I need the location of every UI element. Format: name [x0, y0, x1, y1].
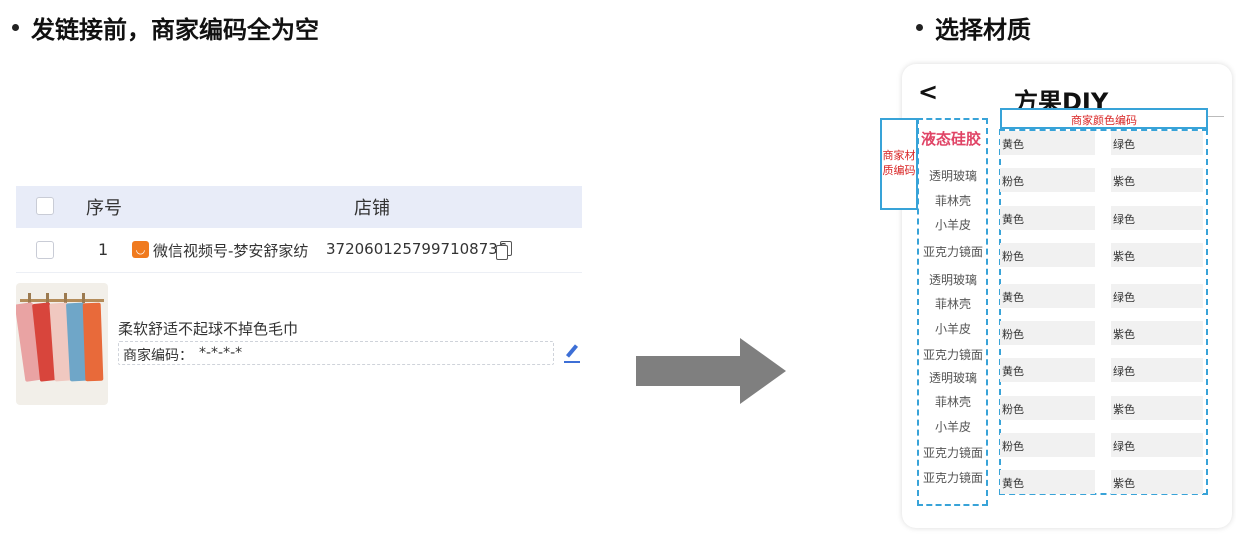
edit-icon[interactable] — [563, 343, 581, 363]
merchant-code-value: *-*-*-* — [199, 345, 243, 361]
row-number: 1 — [98, 240, 109, 259]
order-id: 3720601257997108736 — [326, 240, 508, 258]
color-option[interactable]: 黄色 — [1000, 358, 1095, 382]
color-option[interactable]: 粉色 — [1000, 396, 1095, 420]
merchant-code-field[interactable]: 商家编码： *-*-*-* — [118, 341, 554, 365]
color-code-label: 商家颜色编码 — [1071, 114, 1137, 127]
column-header-shop: 店铺 — [354, 198, 390, 219]
select-all-checkbox[interactable] — [36, 197, 54, 215]
material-item[interactable]: 透明玻璃 — [920, 167, 986, 184]
material-item[interactable]: 小羊皮 — [920, 320, 986, 337]
material-item[interactable]: 亚克力镜面 — [920, 469, 986, 486]
material-item[interactable]: 亚克力镜面 — [920, 346, 986, 363]
column-header-no: 序号 — [86, 198, 122, 219]
color-option[interactable]: 紫色 — [1111, 396, 1203, 420]
order-table-header: 序号 店铺 — [16, 186, 582, 228]
material-item[interactable]: 透明玻璃 — [920, 271, 986, 288]
table-row: 1 ◡ 微信视频号-梦安舒家纺 3720601257997108736 — [16, 229, 582, 273]
merchant-code-label: 商家编码： — [123, 348, 193, 364]
color-option[interactable]: 紫色 — [1111, 243, 1203, 267]
right-arrow-icon — [636, 338, 786, 404]
color-option[interactable]: 绿色 — [1111, 284, 1203, 308]
color-option[interactable]: 绿色 — [1111, 131, 1203, 155]
heading-left-text: 发链接前，商家编码全为空 — [31, 16, 319, 44]
material-item[interactable]: 菲林壳 — [920, 295, 986, 312]
heading-before-link: 发链接前，商家编码全为空 — [12, 10, 319, 45]
color-option[interactable]: 黄色 — [1000, 131, 1095, 155]
shop-name: 微信视频号-梦安舒家纺 — [153, 242, 309, 260]
thumbnail-hook — [82, 293, 85, 303]
color-option[interactable]: 绿色 — [1111, 206, 1203, 230]
bullet-icon — [12, 24, 19, 31]
material-item[interactable]: 亚克力镜面 — [920, 444, 986, 461]
color-option[interactable]: 粉色 — [1000, 168, 1095, 192]
color-option[interactable]: 紫色 — [1111, 321, 1203, 345]
color-option[interactable]: 粉色 — [1000, 433, 1095, 457]
material-item[interactable]: 菲林壳 — [920, 192, 986, 209]
row-checkbox[interactable] — [36, 241, 54, 259]
color-option[interactable]: 紫色 — [1111, 470, 1203, 494]
material-item[interactable]: 小羊皮 — [920, 216, 986, 233]
material-item[interactable]: 亚克力镜面 — [920, 243, 986, 260]
thumbnail-towel — [82, 302, 104, 382]
color-option[interactable]: 黄色 — [1000, 470, 1095, 494]
thumbnail-hook — [64, 293, 67, 303]
material-item[interactable]: 菲林壳 — [920, 393, 986, 410]
color-option[interactable]: 粉色 — [1000, 321, 1095, 345]
color-option[interactable]: 绿色 — [1111, 358, 1203, 382]
color-option[interactable]: 紫色 — [1111, 168, 1203, 192]
back-icon[interactable]: < — [918, 78, 938, 106]
bullet-icon — [916, 24, 923, 31]
color-option[interactable]: 绿色 — [1111, 433, 1203, 457]
heading-right-text: 选择材质 — [935, 16, 1031, 44]
material-item[interactable]: 透明玻璃 — [920, 369, 986, 386]
color-option[interactable]: 粉色 — [1000, 243, 1095, 267]
material-item-selected[interactable]: 液态硅胶 — [921, 128, 981, 149]
color-option[interactable]: 黄色 — [1000, 284, 1095, 308]
material-code-label: 商家材质编码 — [882, 149, 916, 177]
color-option[interactable]: 黄色 — [1000, 206, 1095, 230]
product-name: 柔软舒适不起球不掉色毛巾 — [118, 320, 299, 338]
heading-select-material: 选择材质 — [916, 10, 1031, 45]
copy-icon[interactable] — [496, 241, 512, 260]
product-thumbnail — [16, 283, 108, 405]
wechat-channels-icon: ◡ — [132, 241, 149, 258]
material-item[interactable]: 小羊皮 — [920, 418, 986, 435]
thumbnail-rail — [20, 299, 104, 302]
